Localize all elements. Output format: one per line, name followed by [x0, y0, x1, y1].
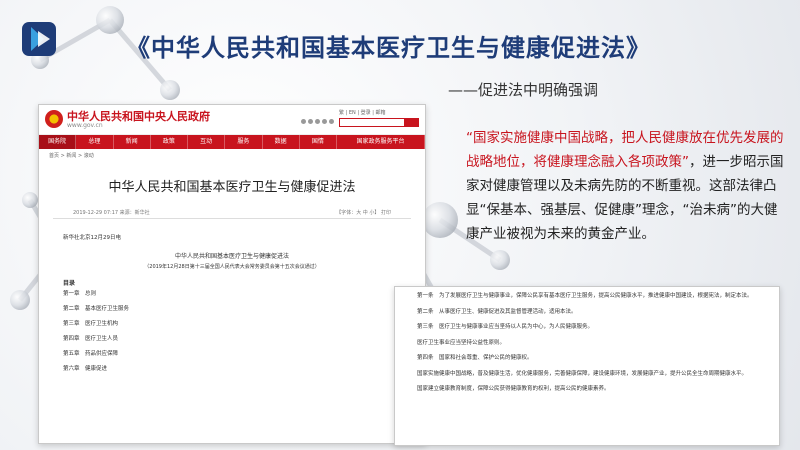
gov-nav-item[interactable]: 互动	[188, 135, 226, 149]
gov-nav-item[interactable]: 国家政务服务平台	[337, 135, 425, 149]
gov-nav-item[interactable]: 服务	[225, 135, 263, 149]
gov-nav-item[interactable]: 新闻	[114, 135, 151, 149]
law-text-screenshot: 第一条 为了发展医疗卫生与健康事业，保障公民享有基本医疗卫生服务，提高公民健康水…	[394, 286, 780, 446]
toc-item: 第五章 药品供应保障	[63, 351, 119, 357]
gov-domain: www.gov.cn	[67, 122, 103, 129]
article-date-source: 2019-12-29 07:17 来源：新华社	[73, 210, 150, 216]
law-article: 医疗卫生事业应当坚持公益性原则。	[417, 339, 506, 346]
gov-search-input[interactable]	[339, 118, 419, 127]
toc-item: 第一章 总则	[63, 291, 97, 297]
social-icon	[329, 119, 334, 124]
gov-nav-item[interactable]: 国情	[300, 135, 337, 149]
toc-item: 第二章 基本医疗卫生服务	[63, 306, 130, 312]
social-icon	[301, 119, 306, 124]
law-article: 国家建立健康教育制度，保障公民获得健康教育的权利，提高公民的健康素养。	[417, 386, 610, 392]
social-icon	[322, 119, 327, 124]
font-size-print-controls[interactable]: 【字体：大 中 小】 打印	[336, 209, 391, 216]
article-title: 中华人民共和国基本医疗卫生与健康促进法	[108, 180, 356, 195]
dateline: 新华社北京12月29日电	[63, 235, 121, 241]
gov-header: 中华人民共和国中央人民政府 www.gov.cn 繁 | EN | 登录 | 邮…	[39, 105, 425, 135]
toc-heading: 目录	[63, 280, 76, 287]
toc-item: 第六章 健康促进	[63, 366, 108, 372]
law-note: （2019年12月28日第十三届全国人民代表大会常务委员会第十五次会议通过）	[144, 264, 320, 270]
law-article: 第三条 医疗卫生与健康事业应当坚持以人民为中心，为人民健康服务。	[417, 324, 594, 330]
gov-nav-bar: 国务院 总理 新闻 政策 互动 服务 数据 国情 国家政务服务平台	[39, 135, 425, 149]
gov-page-screenshot: 中华人民共和国中央人民政府 www.gov.cn 繁 | EN | 登录 | 邮…	[38, 104, 426, 444]
law-article: 第一条 为了发展医疗卫生与健康事业，保障公民享有基本医疗卫生服务，提高公民健康水…	[417, 293, 753, 299]
law-article: 第四条 国家和社会尊重、保护公民的健康权。	[417, 355, 533, 361]
gov-nav-item[interactable]: 国务院	[39, 135, 77, 149]
law-article: 第二条 从事医疗卫生、健康促进及其监督管理活动，适用本法。	[417, 308, 577, 315]
toc-list: 第一章 总则 第二章 基本医疗卫生服务 第三章 医疗卫生机构 第四章 医疗卫生人…	[63, 287, 425, 377]
gov-nav-item[interactable]: 总理	[76, 135, 114, 149]
play-logo-icon	[22, 22, 56, 56]
social-icon	[308, 119, 313, 124]
share-icons	[301, 119, 334, 124]
law-article: 国家实施健康中国战略，普及健康生活，优化健康服务，完善健康保障，建设健康环境，发…	[417, 370, 748, 377]
national-emblem-icon	[45, 110, 63, 128]
gov-nav-item[interactable]: 数据	[263, 135, 300, 149]
slide-subtitle: ——促进法中明确强调	[448, 81, 599, 99]
law-name: 中华人民共和国基本医疗卫生与健康促进法	[174, 253, 289, 260]
gov-nav-item[interactable]: 政策	[151, 135, 188, 149]
slide-title: 《中华人民共和国基本医疗卫生与健康促进法》	[126, 34, 651, 62]
gov-lang-links[interactable]: 繁 | EN | 登录 | 邮箱	[339, 109, 386, 116]
social-icon	[315, 119, 320, 124]
toc-item: 第四章 医疗卫生人员	[63, 336, 119, 342]
article-meta: 2019-12-29 07:17 来源：新华社 【字体：大 中 小】 打印	[53, 207, 411, 219]
body-paragraph: “国家实施健康中国战略，把人民健康放在优先发展的战略地位，将健康理念融入各项政策…	[466, 126, 786, 246]
toc-item: 第三章 医疗卫生机构	[63, 321, 119, 327]
breadcrumb[interactable]: 首页 > 新闻 > 滚动	[39, 149, 425, 162]
